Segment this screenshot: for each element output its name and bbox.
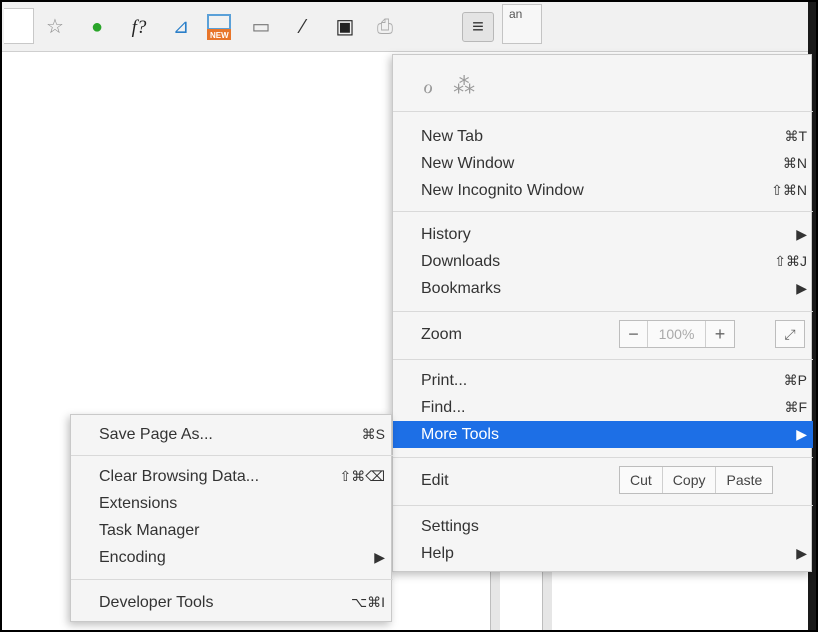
menu-divider — [393, 211, 813, 212]
message-icon[interactable]: ▭ — [246, 12, 276, 42]
zoom-level: 100% — [648, 321, 706, 347]
menu-divider — [393, 311, 813, 312]
menu-item-label: Help — [421, 544, 454, 562]
menu-divider — [393, 457, 813, 458]
zoom-out-button[interactable]: − — [620, 321, 648, 347]
more-tools-submenu: Save Page As... ⌘S Clear Browsing Data..… — [70, 414, 393, 622]
browser-toolbar: ☆ ● f? ⊿ NEW ▭ ⁄ ▣ ⎙ ≡ an — [2, 2, 816, 52]
fullscreen-icon[interactable]: ⤢ — [775, 320, 805, 348]
menu-item-label: Extensions — [99, 494, 178, 512]
menu-extension-icons: ℴ ⁂ — [423, 73, 475, 99]
menu-item-new-tab[interactable]: New Tab ⌘T — [393, 123, 813, 150]
edit-controls: Cut Copy Paste — [619, 466, 774, 494]
submenu-item-extensions[interactable]: Extensions — [71, 490, 393, 517]
menu-item-new-window[interactable]: New Window ⌘N — [393, 150, 813, 177]
menu-item-shortcut: ⇧⌘J — [774, 253, 807, 269]
menu-item-label: History — [421, 225, 471, 243]
menu-item-label: New Tab — [421, 127, 483, 145]
chrome-main-menu: ℴ ⁂ New Tab ⌘T New Window ⌘N New Incogni… — [392, 54, 813, 572]
menu-item-shortcut: ⌘T — [784, 128, 807, 144]
opera-icon[interactable]: ℴ — [423, 73, 433, 99]
star-icon[interactable]: ☆ — [40, 12, 70, 42]
menu-divider — [71, 579, 393, 580]
submenu-arrow-icon: ▶ — [796, 426, 807, 442]
menu-divider — [71, 455, 393, 456]
menu-item-shortcut: ⇧⌘N — [771, 182, 807, 198]
submenu-arrow-icon: ▶ — [796, 545, 807, 561]
menu-item-label: More Tools — [421, 425, 499, 443]
menu-item-more-tools[interactable]: More Tools ▶ — [393, 421, 813, 448]
menu-item-bookmarks[interactable]: Bookmarks ▶ — [393, 275, 813, 302]
menu-item-downloads[interactable]: Downloads ⇧⌘J — [393, 248, 813, 275]
cut-button[interactable]: Cut — [620, 467, 663, 493]
satellite-icon[interactable]: ⊿ — [166, 12, 196, 42]
menu-item-zoom: Zoom — [393, 321, 813, 348]
zoom-in-button[interactable]: + — [706, 321, 734, 347]
tab-peek[interactable]: an — [502, 4, 542, 44]
menu-item-shortcut: ⌥⌘I — [350, 594, 385, 610]
menu-item-label: Print... — [421, 371, 468, 389]
menu-item-label: Encoding — [99, 548, 166, 566]
submenu-arrow-icon: ▶ — [796, 280, 807, 296]
dropbox-icon[interactable]: ⁂ — [453, 73, 475, 99]
submenu-item-save-page-as[interactable]: Save Page As... ⌘S — [71, 421, 393, 448]
menu-item-label: Developer Tools — [99, 593, 214, 611]
page-scroll-column — [542, 572, 552, 630]
menu-item-history[interactable]: History ▶ — [393, 221, 813, 248]
menu-item-label: Edit — [421, 471, 449, 489]
menu-item-label: Settings — [421, 517, 479, 535]
menu-item-settings[interactable]: Settings — [393, 513, 813, 540]
menu-item-label: New Incognito Window — [421, 181, 584, 199]
submenu-item-encoding[interactable]: Encoding ▶ — [71, 544, 393, 571]
fx-icon-label: f? — [131, 16, 147, 38]
menu-item-find[interactable]: Find... ⌘F — [393, 394, 813, 421]
menu-item-label: Zoom — [421, 325, 462, 343]
copy-button[interactable]: Copy — [663, 467, 717, 493]
eyedropper-icon[interactable]: ⁄ — [288, 12, 318, 42]
zoom-control: − 100% + — [619, 320, 735, 348]
menu-item-label: Find... — [421, 398, 466, 416]
menu-divider — [393, 359, 813, 360]
menu-item-label: Bookmarks — [421, 279, 502, 297]
print-icon[interactable]: ⎙ — [370, 12, 400, 42]
menu-item-label: Downloads — [421, 252, 501, 270]
menu-item-shortcut: ⌘N — [782, 155, 807, 171]
browser-window: ☆ ● f? ⊿ NEW ▭ ⁄ ▣ ⎙ ≡ an ℴ ⁂ New Tab ⌘T — [0, 0, 818, 632]
screenshot-icon[interactable]: ▣ — [330, 12, 360, 42]
menu-item-shortcut: ⇧⌘⌫ — [339, 468, 385, 484]
menu-item-help[interactable]: Help ▶ — [393, 540, 813, 567]
menu-divider — [393, 111, 813, 112]
menu-item-label: Save Page As... — [99, 425, 213, 443]
submenu-item-clear-browsing-data[interactable]: Clear Browsing Data... ⇧⌘⌫ — [71, 463, 393, 490]
menu-divider — [393, 505, 813, 506]
submenu-item-developer-tools[interactable]: Developer Tools ⌥⌘I — [71, 589, 393, 616]
menu-item-shortcut: ⌘F — [784, 399, 807, 415]
menu-item-label: Task Manager — [99, 521, 200, 539]
menu-icon[interactable]: ≡ — [462, 12, 494, 42]
menu-item-label: New Window — [421, 154, 515, 172]
fx-icon[interactable]: f? — [124, 12, 154, 42]
submenu-arrow-icon: ▶ — [374, 549, 385, 565]
menu-item-label: Clear Browsing Data... — [99, 467, 260, 485]
submenu-arrow-icon: ▶ — [796, 226, 807, 242]
address-bar-end[interactable] — [4, 8, 34, 44]
menu-item-shortcut: ⌘P — [783, 372, 807, 388]
menu-item-shortcut: ⌘S — [361, 426, 385, 442]
menu-item-print[interactable]: Print... ⌘P — [393, 367, 813, 394]
evernote-icon[interactable]: ● — [82, 12, 112, 42]
submenu-item-task-manager[interactable]: Task Manager — [71, 517, 393, 544]
new-badge-icon[interactable]: NEW — [204, 12, 234, 42]
menu-item-new-incognito-window[interactable]: New Incognito Window ⇧⌘N — [393, 177, 813, 204]
paste-button[interactable]: Paste — [716, 467, 772, 493]
page-scroll-column — [490, 572, 500, 630]
new-badge-label: NEW — [210, 31, 229, 40]
